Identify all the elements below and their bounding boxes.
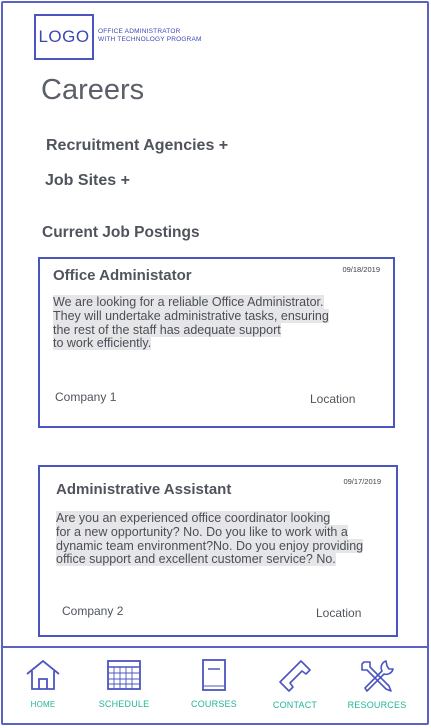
job-description-line: office support and excellent customer se… xyxy=(56,552,336,567)
job-title: Administrative Assistant xyxy=(56,481,232,498)
program-name: OFFICE ADMINISTRATOR WITH TECHNOLOGY PRO… xyxy=(98,28,238,43)
section-title-job-postings: Current Job Postings xyxy=(42,224,200,241)
job-date: 09/18/2019 xyxy=(342,265,380,274)
phone-icon xyxy=(279,660,311,692)
job-company: Company 2 xyxy=(62,604,124,618)
job-description-line: the rest of the staff has adequate suppo… xyxy=(53,322,281,337)
job-location: Location xyxy=(310,392,356,406)
nav-label-resources: RESOURCES xyxy=(347,700,407,710)
logo-text: LOGO xyxy=(38,27,90,46)
nav-label-courses: COURSES xyxy=(191,699,237,709)
nav-item-schedule[interactable]: SCHEDULE xyxy=(84,652,164,718)
job-posting-card[interactable]: Administrative Assistant 09/17/2019 Are … xyxy=(38,465,398,637)
job-description-line: dynamic team environment?No. Do you enjo… xyxy=(56,538,364,553)
job-description-line: Are you an experienced office coordinato… xyxy=(56,511,331,525)
job-description-line: for a new opportunity? No. Do you like t… xyxy=(56,524,348,539)
nav-item-courses[interactable]: COURSES xyxy=(174,652,254,718)
job-description: We are looking for a reliable Office Adm… xyxy=(53,295,373,351)
job-company: Company 1 xyxy=(55,390,117,404)
nav-item-contact[interactable]: CONTACT xyxy=(255,652,335,718)
job-location: Location xyxy=(316,606,362,620)
recruitment-agencies-expander[interactable]: Recruitment Agencies + xyxy=(46,137,228,155)
program-name-line-2: WITH TECHNOLOGY PROGRAM xyxy=(98,35,202,43)
job-posting-card[interactable]: Office Administator 09/18/2019 We are lo… xyxy=(38,257,395,428)
tools-icon xyxy=(361,660,394,692)
nav-label-home: HOME xyxy=(30,700,56,709)
nav-item-resources[interactable]: RESOURCES xyxy=(337,652,417,718)
job-date: 09/17/2019 xyxy=(343,477,381,486)
program-name-line-1: OFFICE ADMINISTRATOR xyxy=(98,28,181,35)
page-title: Careers xyxy=(41,74,145,106)
logo[interactable]: LOGO xyxy=(34,14,94,60)
job-description-line: We are looking for a reliable Office Adm… xyxy=(53,295,324,309)
job-title: Office Administator xyxy=(53,267,192,284)
book-icon xyxy=(202,659,226,691)
home-icon xyxy=(26,659,60,690)
job-description-line: to work efficiently. xyxy=(53,336,152,351)
job-description-line: They will undertake administrative tasks… xyxy=(53,308,329,323)
nav-item-home[interactable]: HOME xyxy=(3,652,83,718)
job-description: Are you an experienced office coordinato… xyxy=(56,511,396,567)
nav-label-contact: CONTACT xyxy=(272,700,318,710)
nav-label-schedule: SCHEDULE xyxy=(98,699,150,709)
job-sites-expander[interactable]: Job Sites + xyxy=(45,172,130,190)
nav-divider xyxy=(3,646,427,648)
calendar-icon xyxy=(107,660,141,690)
